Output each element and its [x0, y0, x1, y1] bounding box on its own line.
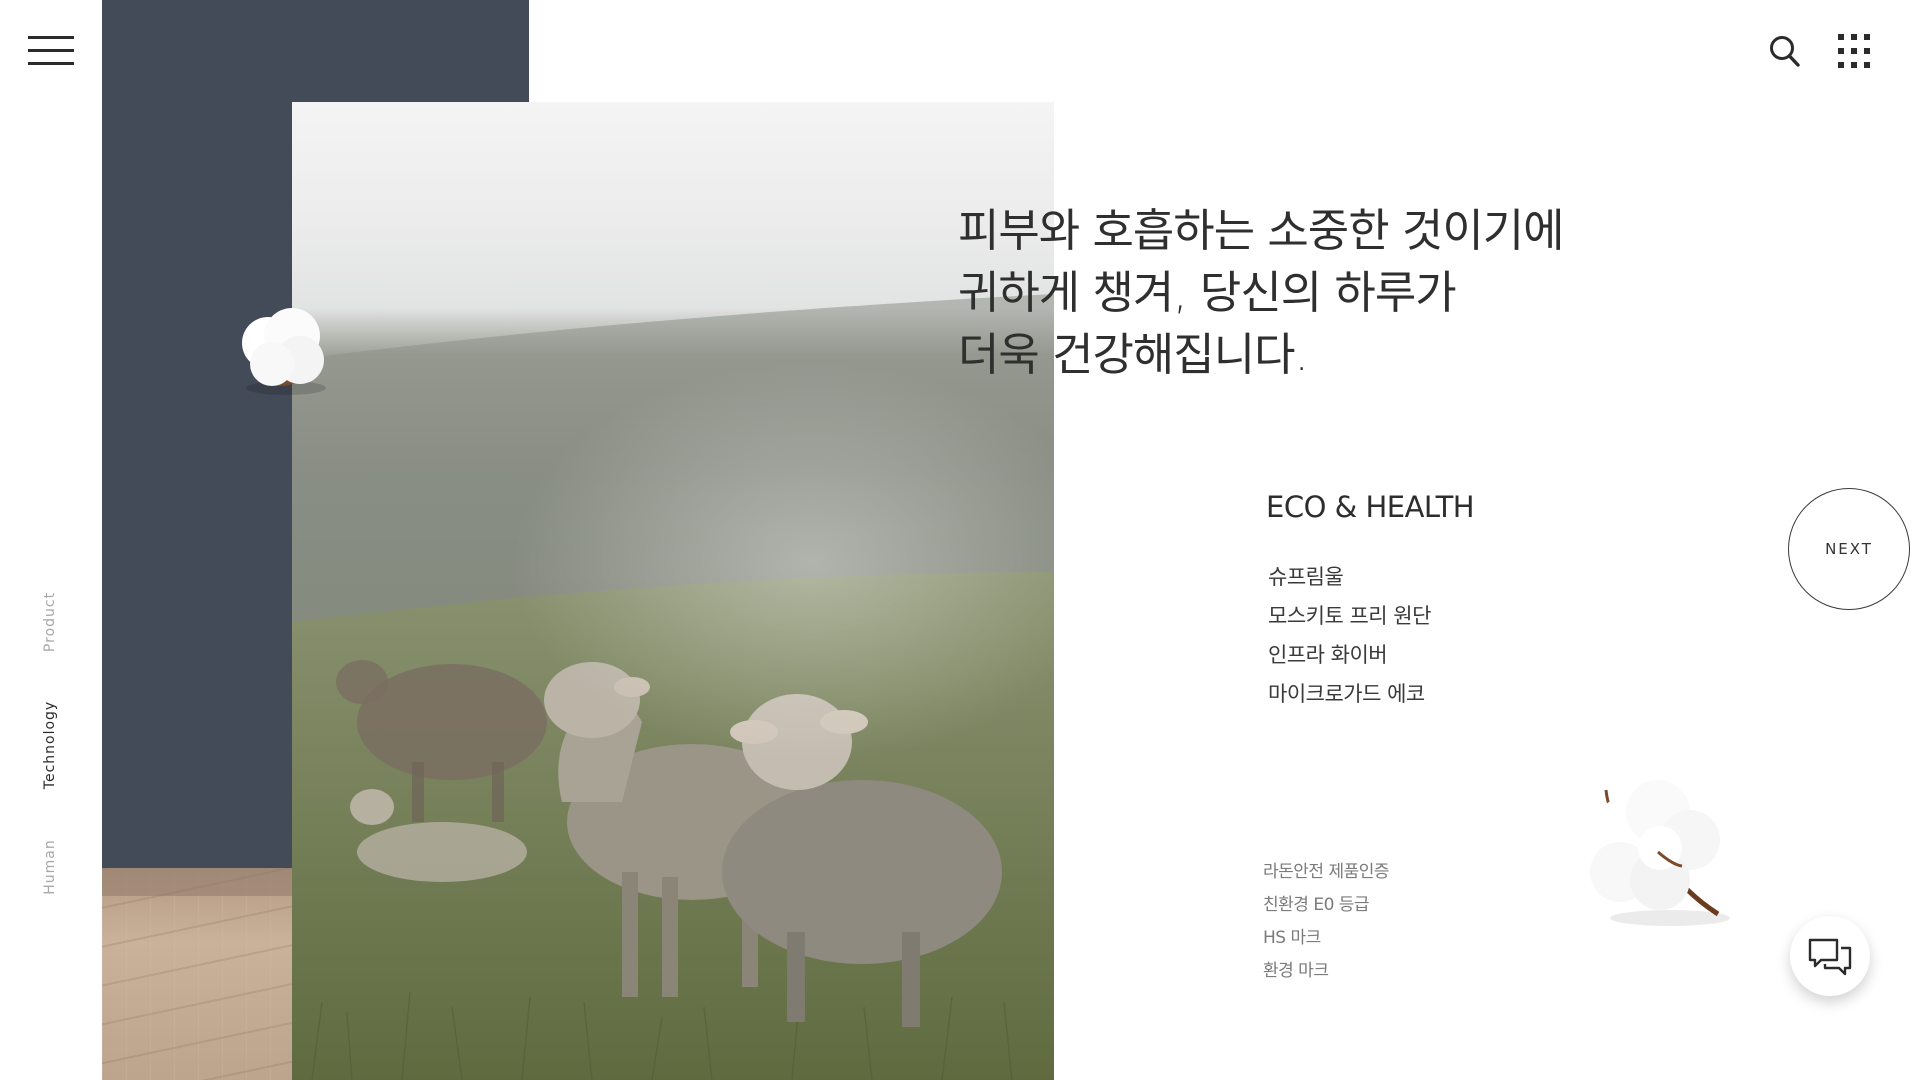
- side-nav-technology[interactable]: Technology: [42, 701, 58, 789]
- grid-dot: [1851, 62, 1857, 68]
- side-nav-human[interactable]: Human: [42, 839, 58, 895]
- headline-line: 귀하게 챙겨, 당신의 하루가: [958, 266, 1457, 319]
- certification-list: 라돈안전 제품인증 친환경 E0 등급 HS 마크 환경 마크: [1263, 856, 1390, 988]
- next-button[interactable]: NEXT: [1788, 488, 1910, 610]
- side-nav-product[interactable]: Product: [42, 592, 58, 652]
- grid-dot: [1864, 34, 1870, 40]
- floor-shadow: [102, 868, 292, 896]
- hamburger-menu-icon[interactable]: [28, 34, 74, 68]
- lambs-illustration: [292, 294, 1054, 1080]
- chat-button[interactable]: [1790, 916, 1870, 996]
- grid-dot: [1851, 34, 1857, 40]
- eco-health-title: ECO & HEALTH: [1266, 490, 1475, 524]
- lambs-hero-photo: [292, 102, 1054, 1080]
- grid-dot: [1851, 48, 1857, 54]
- cotton-ball-small: [230, 298, 336, 398]
- menu-line: [28, 36, 74, 39]
- grid-dot: [1864, 62, 1870, 68]
- grid-dot: [1838, 34, 1844, 40]
- wood-floor-image: [102, 868, 292, 1080]
- list-item: 친환경 E0 등급: [1263, 895, 1370, 915]
- list-item: 마이크로가드 에코: [1268, 682, 1425, 706]
- list-item: HS 마크: [1263, 928, 1321, 948]
- hero-headline: 피부와 호흡하는 소중한 것이기에 귀하게 챙겨, 당신의 하루가 더욱 건강해…: [958, 200, 1658, 386]
- eco-feature-list: 슈프림울 모스키토 프리 원단 인프라 화이버 마이크로가드 에코: [1268, 558, 1431, 714]
- list-item: 환경 마크: [1263, 961, 1329, 981]
- list-item: 라돈안전 제품인증: [1263, 862, 1390, 882]
- grid-apps-icon[interactable]: [1838, 34, 1870, 68]
- list-item: 슈프림울: [1268, 565, 1344, 589]
- grid-dot: [1864, 48, 1870, 54]
- list-item: 모스키토 프리 원단: [1268, 604, 1431, 628]
- cotton-flower-large: [1578, 770, 1738, 930]
- headline-line: 더욱 건강해집니다.: [958, 328, 1309, 381]
- headline-line: 피부와 호흡하는 소중한 것이기에: [958, 204, 1565, 257]
- grid-dot: [1838, 62, 1844, 68]
- menu-line: [28, 62, 74, 65]
- menu-line: [28, 49, 74, 52]
- search-icon[interactable]: [1768, 34, 1802, 70]
- chat-bubbles-icon: [1808, 938, 1852, 976]
- grid-dot: [1838, 48, 1844, 54]
- list-item: 인프라 화이버: [1268, 643, 1388, 667]
